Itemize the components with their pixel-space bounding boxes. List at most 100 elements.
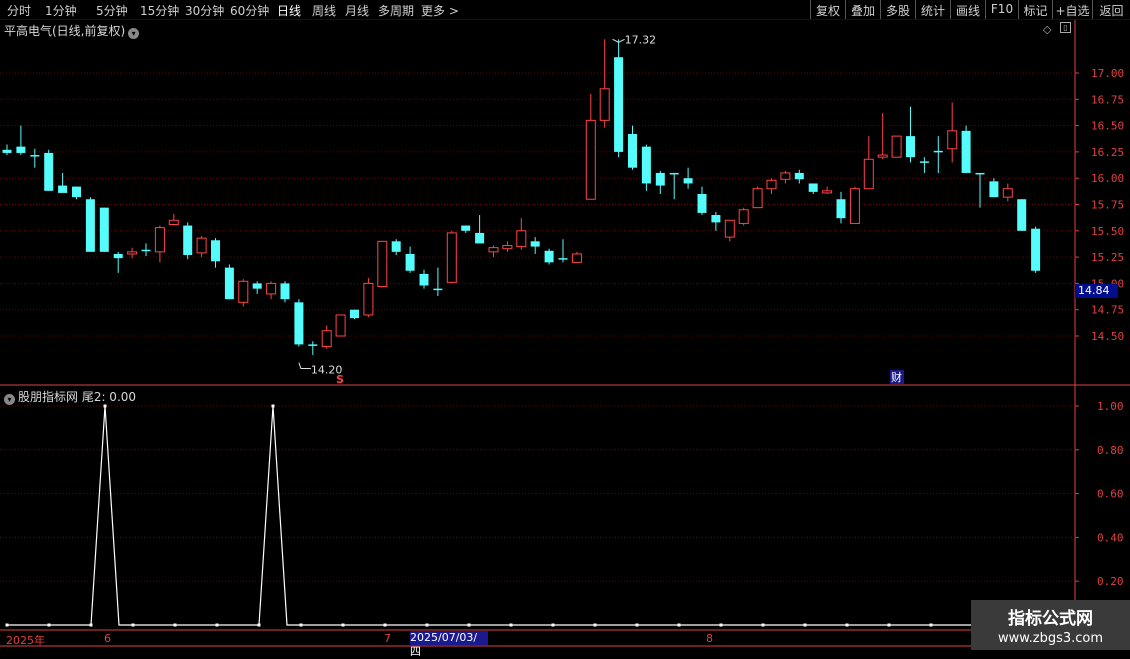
indicator-point: [215, 623, 219, 627]
candle-body: [683, 178, 693, 184]
candle-body: [614, 57, 624, 152]
candle-body: [1002, 188, 1013, 198]
candle-body: [822, 190, 833, 194]
candle-body: [211, 240, 220, 262]
indicator-point: [47, 623, 51, 627]
indicator-title[interactable]: ▾ 股朋指标网 尾2: 0.00: [4, 388, 136, 405]
stats-button[interactable]: 统计: [915, 0, 950, 19]
f10-button[interactable]: F10: [985, 0, 1018, 19]
candle-body: [350, 309, 359, 319]
period-monthly[interactable]: 月线: [345, 2, 369, 19]
candle-body: [183, 225, 193, 255]
candle-body: [266, 282, 277, 295]
mark-button[interactable]: 标记: [1018, 0, 1052, 19]
candle-body: [475, 232, 485, 244]
candle-body: [502, 245, 513, 250]
finance-marker-bg: [890, 370, 904, 384]
candle-body: [44, 152, 54, 191]
candle-body: [488, 247, 499, 253]
indicator-point: [131, 623, 135, 627]
period-15min[interactable]: 15分钟: [140, 2, 179, 19]
price-tick-label: 15.75: [1091, 199, 1124, 212]
period-60min[interactable]: 60分钟: [230, 2, 269, 19]
candlestick-chart[interactable]: 17.00 16.75 16.50 16.25 16.00 15.75 15.50 15.25…: [0, 0, 1130, 650]
candle-body: [655, 172, 665, 186]
candle-body: [154, 227, 165, 253]
candle-body: [571, 253, 582, 263]
indicator-line: [7, 405, 1043, 626]
candle-body: [989, 181, 999, 198]
indicator-tick-label: 0.60: [1097, 488, 1124, 501]
diamond-icon[interactable]: ◇: [1043, 23, 1051, 36]
candle-body: [85, 199, 95, 252]
fuquan-button[interactable]: 复权: [810, 0, 845, 19]
candle-body: [808, 183, 818, 192]
period-multi[interactable]: 多周期: [378, 2, 414, 19]
stock-title-text: 平高电气(日线,前复权): [4, 24, 126, 38]
indicator-point: [719, 623, 723, 627]
candle-body: [544, 250, 554, 263]
date-label-jul: 7: [384, 632, 391, 645]
candle-body: [433, 288, 443, 291]
overlay-button[interactable]: 叠加: [845, 0, 880, 19]
add-watchlist-button[interactable]: +自选: [1052, 0, 1092, 19]
indicator-point: [593, 623, 597, 627]
chevron-down-icon[interactable]: ▾: [4, 394, 15, 405]
price-tick-label: 15.50: [1091, 225, 1124, 238]
candle-body: [224, 267, 234, 300]
date-label-year: 2025年: [6, 634, 45, 647]
date-label-aug: 8: [706, 632, 713, 645]
candle-body: [99, 207, 109, 252]
candle-body: [558, 258, 568, 260]
candle-body: [280, 283, 290, 300]
candle-body: [738, 209, 749, 224]
candle-body: [947, 130, 958, 150]
candle-body: [113, 253, 123, 259]
period-more[interactable]: 更多 >: [421, 2, 459, 19]
price-tick-label: 15.25: [1091, 251, 1124, 264]
candle-body: [30, 155, 40, 157]
period-daily[interactable]: 日线: [277, 2, 301, 19]
period-weekly[interactable]: 周线: [312, 2, 336, 19]
indicator-point: [173, 623, 177, 627]
indicator-point: [929, 623, 933, 627]
period-toolbar: 分时 1分钟 5分钟 15分钟 30分钟 60分钟 日线 周线 月线 多周期 更…: [0, 0, 1130, 20]
candle-body: [877, 154, 888, 158]
candle-body: [321, 330, 332, 348]
indicator-title-text: 股朋指标网 尾2: 0.00: [18, 390, 137, 404]
period-5min[interactable]: 5分钟: [96, 2, 128, 19]
candle-body: [780, 172, 791, 180]
period-fenshi[interactable]: 分时: [7, 2, 31, 19]
indicator-point: [257, 623, 261, 627]
candle-body: [58, 185, 68, 193]
draw-button[interactable]: 画线: [950, 0, 985, 19]
candle-body: [891, 135, 902, 158]
candle-body: [697, 193, 707, 213]
candle-body: [1031, 228, 1041, 271]
candle-body: [669, 172, 679, 175]
indicator-point: [761, 623, 765, 627]
price-tick-label: 16.25: [1091, 146, 1124, 159]
candle-body: [863, 158, 874, 190]
high-label: 17.32: [625, 33, 657, 46]
back-button[interactable]: 返回: [1092, 0, 1130, 19]
indicator-tick-label: 0.80: [1097, 444, 1124, 457]
main-chart-title[interactable]: 平高电气(日线,前复权) ▾: [4, 22, 140, 39]
low-arrow: [298, 362, 311, 370]
chevron-down-icon[interactable]: ▾: [128, 28, 140, 39]
indicator-point: [845, 623, 849, 627]
candle-body: [405, 253, 415, 271]
period-30min[interactable]: 30分钟: [185, 2, 224, 19]
candle-body: [641, 146, 651, 184]
candle-body: [933, 150, 943, 153]
price-tick-label: 16.00: [1091, 172, 1124, 185]
candle-body: [461, 225, 471, 231]
candle-body: [1017, 199, 1027, 231]
candle-body: [530, 241, 540, 247]
multi-stock-button[interactable]: 多股: [880, 0, 915, 19]
price-tick-label: 16.75: [1091, 93, 1124, 106]
high-arrow: [612, 38, 625, 43]
candle-body: [308, 344, 318, 346]
period-1min[interactable]: 1分钟: [45, 2, 77, 19]
panel-toggle-icon[interactable]: ▯: [1060, 22, 1071, 33]
